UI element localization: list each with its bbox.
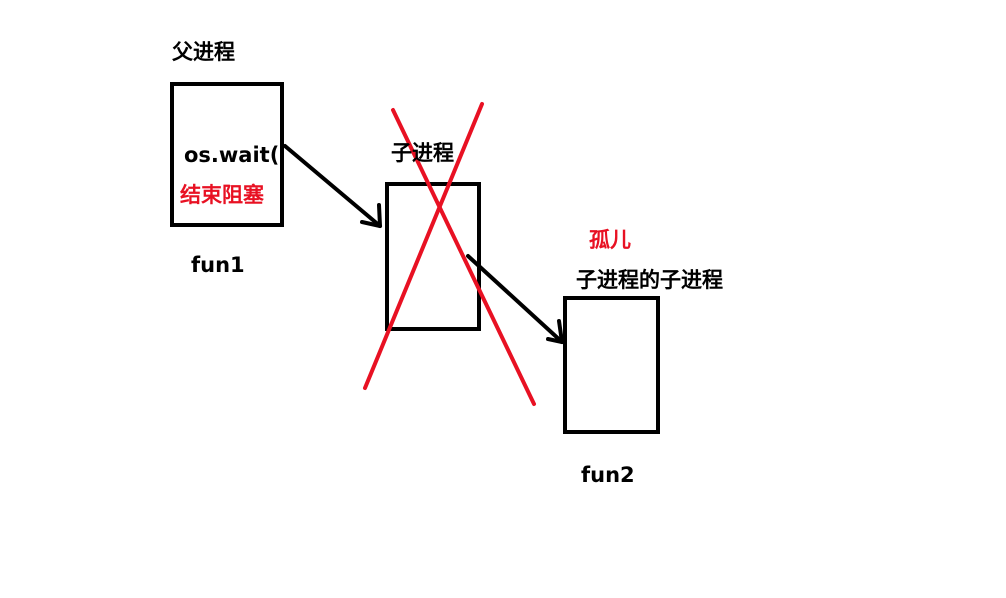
os-wait-label: os.wait( bbox=[184, 143, 280, 167]
grandchild-process-box bbox=[563, 296, 660, 434]
parent-process-label: 父进程 bbox=[172, 40, 235, 64]
fun2-label: fun2 bbox=[581, 463, 635, 487]
end-blocking-label: 结束阻塞 bbox=[180, 183, 264, 207]
diagram-drawing bbox=[170, 82, 660, 434]
grandchild-process-label: 子进程的子进程 bbox=[576, 268, 723, 292]
child-process-label: 子进程 bbox=[391, 141, 454, 165]
diagram-canvas: 父进程 os.wait( 结束阻塞 fun1 子进程 孤儿 子进程的子进程 fu… bbox=[0, 0, 1006, 598]
orphan-label: 孤儿 bbox=[589, 228, 631, 252]
arrow-parent-to-child bbox=[283, 144, 382, 228]
fun1-label: fun1 bbox=[191, 253, 245, 277]
